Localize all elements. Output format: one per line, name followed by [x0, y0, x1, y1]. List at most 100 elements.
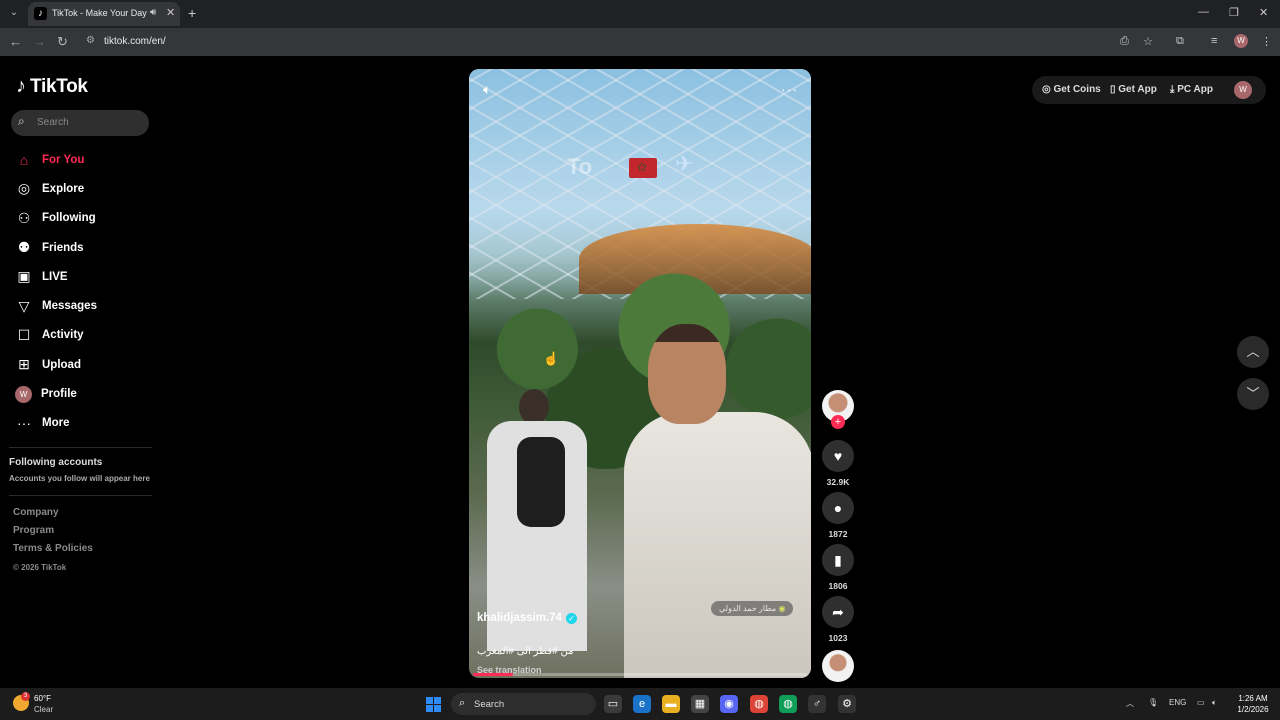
window-close-icon[interactable]: ✕ [1259, 6, 1268, 19]
back-icon[interactable]: ← [9, 34, 22, 50]
footer-link-terms[interactable]: Terms & Policies [13, 543, 93, 561]
tiktok-logo-icon: ♪ [16, 75, 26, 97]
like-count: 32.9K [826, 477, 850, 487]
footer-links: Company Program Terms & Policies © 2026 … [13, 507, 93, 572]
divider [9, 447, 152, 448]
address-bar[interactable]: ⚙ tiktok.com/en/ [80, 31, 1270, 53]
share-button[interactable]: ➦ [822, 596, 854, 628]
sidebar-item-live[interactable]: ▣ LIVE [14, 262, 154, 291]
search-icon: ⌕ [18, 114, 25, 128]
airplane-icon: ✈ [675, 151, 694, 176]
video-username: khalidjassim.74 [477, 612, 563, 624]
get-coins-label: Get Coins [1053, 84, 1101, 95]
language-indicator[interactable]: ENG [1169, 698, 1186, 707]
search-input[interactable]: ⌕ Search [11, 110, 149, 136]
install-app-icon[interactable]: ⎙ [1120, 35, 1129, 48]
volume-icon[interactable]: 🔈︎ [483, 81, 491, 98]
app-icon[interactable]: ⚙ [838, 695, 856, 713]
more-icon: ··· [17, 415, 31, 432]
sidebar-item-messages[interactable]: ▽ Messages [14, 291, 154, 320]
tiktok-logo[interactable]: ♪ TikTok [16, 75, 88, 98]
task-view-icon[interactable]: ▭ [604, 695, 622, 713]
tab-close-icon[interactable]: ✕ [166, 6, 175, 19]
sidebar-item-for-you[interactable]: ⌂ For You [14, 145, 154, 174]
video-more-icon[interactable]: ··· [781, 81, 798, 97]
browser-menu-icon[interactable]: ⋮ [1261, 35, 1272, 48]
video-player[interactable]: To ✩ ✈ 🔈︎ ··· مطار حمد الدولي ◉ khalidja… [469, 69, 811, 678]
forward-icon[interactable]: → [33, 34, 46, 50]
tab-audio-icon[interactable]: 🔊︎ [150, 7, 156, 18]
sidebar-item-friends[interactable]: ⚉ Friends [14, 233, 154, 262]
like-button[interactable]: ♥ [822, 440, 854, 472]
get-app-button[interactable]: ▯ Get App [1110, 84, 1157, 95]
minimize-icon[interactable]: — [1198, 6, 1209, 18]
search-placeholder: Search [37, 117, 69, 128]
edge-icon[interactable]: e [633, 695, 651, 713]
restore-icon[interactable]: ❐ [1229, 6, 1239, 19]
tab-title: TikTok - Make Your Day [52, 8, 147, 18]
sidebar-item-label: LIVE [42, 270, 68, 283]
get-app-label: Get App [1118, 84, 1157, 95]
network-icon[interactable]: ▭ [1197, 698, 1205, 707]
sidebar-item-profile[interactable]: W Profile [14, 379, 154, 408]
windows-taskbar: 3 60°F Clear ⌕ Search ▭ e ▬ ▦ ◉ ◍ ◍ ♂ ⚙ … [0, 688, 1280, 720]
chrome-icon[interactable]: ◍ [750, 695, 768, 713]
footer-link-company[interactable]: Company [13, 507, 93, 525]
new-tab-icon[interactable]: + [188, 5, 196, 21]
browser-toolbar: ← → ↻ ⚙ tiktok.com/en/ ⎙ ☆ ⧉ ≡ W ⋮ [0, 28, 1280, 56]
verified-icon: ✓ [566, 612, 578, 624]
comment-button[interactable]: ● [822, 492, 854, 524]
tab-search-menu-icon[interactable]: ⌄ [6, 5, 22, 21]
microphone-icon[interactable]: 🎙︎ [1148, 698, 1158, 707]
bookmark-icon: ▮ [834, 552, 842, 568]
compass-icon: ◎ [17, 180, 31, 197]
next-video-button[interactable]: ﹀ [1237, 378, 1269, 410]
sidebar-item-label: More [42, 417, 70, 430]
location-tag[interactable]: مطار حمد الدولي ◉ [711, 601, 794, 616]
volume-icon[interactable]: 🔈︎ [1212, 698, 1217, 708]
video-progress-bar[interactable] [473, 673, 807, 676]
tray-expand-icon[interactable]: ︿ [1126, 698, 1134, 709]
music-disc-avatar[interactable] [822, 650, 854, 682]
video-caption: من #قطر الى #المغرب [477, 646, 574, 657]
following-icon: ⚇ [17, 209, 31, 226]
sidebar-nav: ⌂ For You ◎ Explore ⚇ Following ⚉ Friend… [14, 145, 154, 438]
pc-app-button[interactable]: ⤓ PC App [1170, 84, 1213, 95]
tiktok-page: ♪ TikTok ⌕ Search ⌂ For You ◎ Explore ⚇ … [0, 57, 1280, 688]
chrome-active-icon[interactable]: ◍ [779, 695, 797, 713]
discord-icon[interactable]: ◉ [720, 695, 738, 713]
sidebar-item-following[interactable]: ⚇ Following [14, 204, 154, 233]
follow-plus-icon[interactable]: + [831, 415, 845, 429]
video-author[interactable]: khalidjassim.74 ✓ [477, 612, 578, 624]
sidebar-item-activity[interactable]: ☐ Activity [14, 321, 154, 350]
avatar: W [15, 385, 32, 403]
video-frame-person-back [477, 389, 587, 651]
footer-link-program[interactable]: Program [13, 525, 93, 543]
taskbar-search[interactable]: ⌕ Search [451, 693, 596, 715]
get-coins-button[interactable]: ◎ Get Coins [1042, 84, 1101, 95]
heart-icon: ♥ [833, 448, 843, 464]
sidebar-item-label: Messages [42, 300, 97, 313]
bookmark-button[interactable]: ▮ [822, 544, 854, 576]
previous-video-button[interactable]: ︿ [1237, 336, 1269, 368]
browser-tab[interactable]: ♪ TikTok - Make Your Day 🔊︎ ✕ [28, 2, 180, 26]
chevron-up-icon: ︿ [1246, 344, 1260, 359]
logo-text: TikTok [30, 75, 88, 97]
avatar[interactable]: W [1234, 81, 1252, 99]
weather-badge: 3 [21, 692, 30, 701]
store-icon[interactable]: ▦ [691, 695, 709, 713]
extensions-icon[interactable]: ⧉ [1176, 35, 1184, 48]
reload-icon[interactable]: ↻ [57, 34, 68, 50]
bookmark-star-icon[interactable]: ☆ [1143, 35, 1153, 48]
browser-profile-avatar[interactable]: W [1234, 34, 1248, 48]
sidebar-item-explore[interactable]: ◎ Explore [14, 174, 154, 203]
microphone-app-icon[interactable]: ♂ [808, 695, 826, 713]
file-explorer-icon[interactable]: ▬ [662, 695, 680, 713]
site-info-icon[interactable]: ⚙ [86, 35, 95, 46]
sidebar-item-more[interactable]: ··· More [14, 409, 154, 438]
share-icon: ➦ [832, 604, 844, 620]
system-clock[interactable]: 1:26 AM 1/2/2026 [1232, 693, 1274, 715]
media-control-icon[interactable]: ≡ [1211, 35, 1217, 47]
start-button[interactable] [426, 697, 441, 712]
sidebar-item-upload[interactable]: ⊞ Upload [14, 350, 154, 379]
